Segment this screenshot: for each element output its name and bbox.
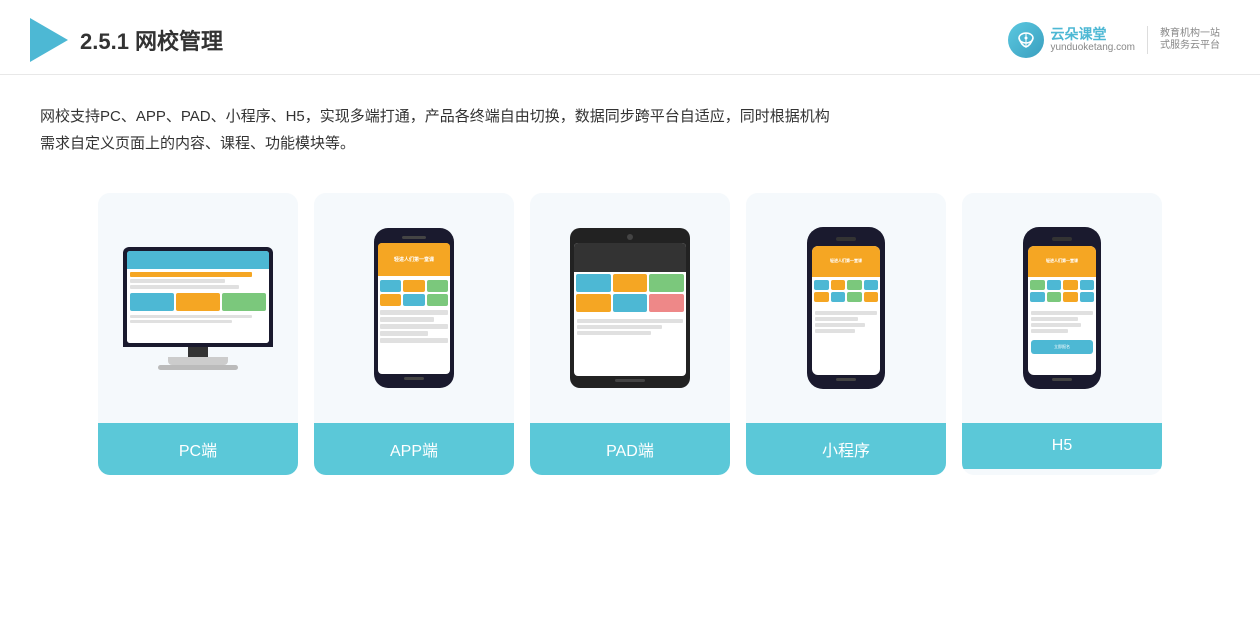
description-section: 网校支持PC、APP、PAD、小程序、H5，实现多端打通，产品各终端自由切换，数… (0, 75, 1260, 173)
brand-slogan: 教育机构一站 式服务云平台 (1160, 28, 1220, 52)
card-pad-label: PAD端 (530, 423, 730, 475)
page-title: 2.5.1 网校管理 (80, 24, 223, 56)
card-pc-label: PC端 (98, 423, 298, 475)
header-right: 云朵课堂 yunduoketang.com 教育机构一站 式服务云平台 (1008, 22, 1220, 58)
h5-device-mockup: 轻进人们第一堂课 (1023, 227, 1101, 389)
card-miniprogram: 轻进人们第一堂课 (746, 193, 946, 475)
card-h5-label: H5 (962, 423, 1162, 469)
card-app: 轻进人们第一堂课 (314, 193, 514, 475)
card-pc: PC端 (98, 193, 298, 475)
platform-cards: PC端 轻进人们第一堂课 (0, 173, 1260, 505)
card-h5: 轻进人们第一堂课 (962, 193, 1162, 475)
card-h5-image: 轻进人们第一堂课 (962, 193, 1162, 423)
brand-icon (1008, 22, 1044, 58)
description-line2: 需求自定义页面上的内容、课程、功能模块等。 (40, 130, 1220, 157)
card-pad-image (530, 193, 730, 423)
logo-triangle-icon (30, 18, 68, 62)
description-line1: 网校支持PC、APP、PAD、小程序、H5，实现多端打通，产品各终端自由切换，数… (40, 103, 1220, 130)
brand-logo: 云朵课堂 yunduoketang.com (1008, 22, 1135, 58)
miniprogram-device-mockup: 轻进人们第一堂课 (807, 227, 885, 389)
brand-text: 云朵课堂 yunduoketang.com (1050, 26, 1135, 55)
card-miniprogram-image: 轻进人们第一堂课 (746, 193, 946, 423)
header-divider (1147, 26, 1148, 54)
card-app-image: 轻进人们第一堂课 (314, 193, 514, 423)
card-pc-image (98, 193, 298, 423)
pad-device-mockup (570, 228, 690, 388)
pc-device-mockup (123, 247, 273, 370)
card-pad: PAD端 (530, 193, 730, 475)
page-header: 2.5.1 网校管理 云朵课堂 yunduoketang.com 教育机构一站 … (0, 0, 1260, 75)
card-app-label: APP端 (314, 423, 514, 475)
app-device-mockup: 轻进人们第一堂课 (374, 228, 454, 388)
header-left: 2.5.1 网校管理 (30, 18, 223, 62)
card-miniprogram-label: 小程序 (746, 423, 946, 475)
